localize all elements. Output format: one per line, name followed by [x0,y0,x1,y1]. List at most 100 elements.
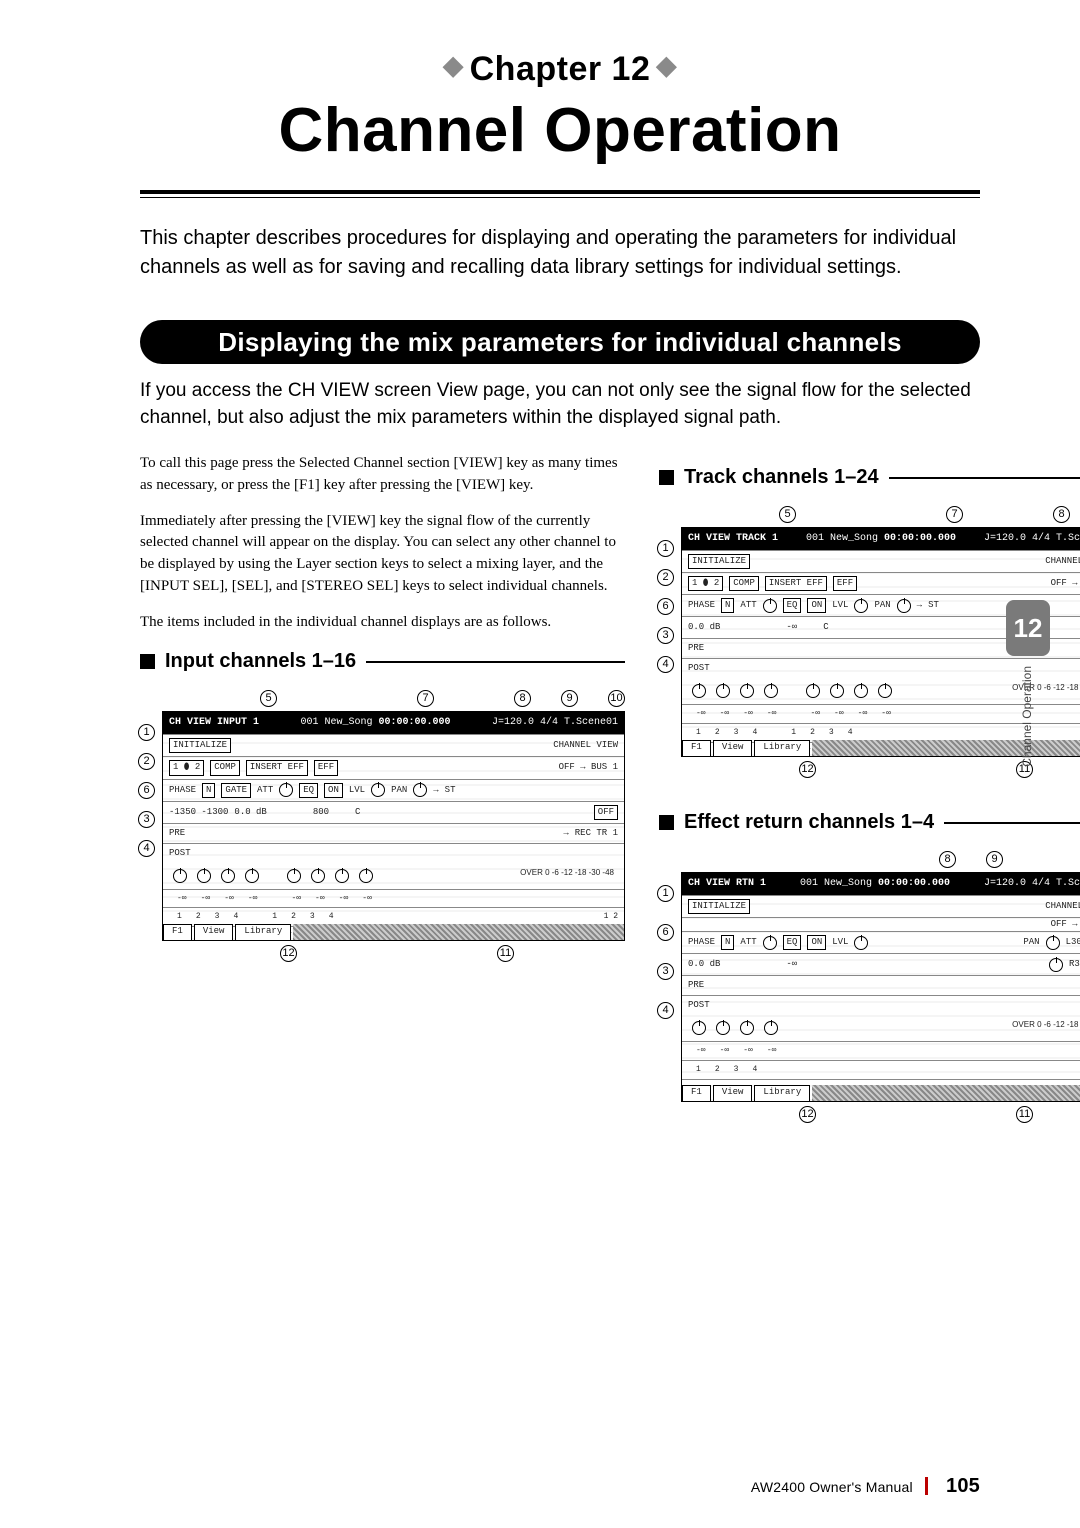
subhead-track-text: Track channels 1–24 [684,463,879,492]
knob-icon [878,684,892,698]
shot-tab-lib: Library [754,740,810,756]
shot-lvl: LVL [832,599,848,612]
shot-time: 00:00:00.000 [884,533,956,544]
knob-icon [311,869,325,883]
knob-icon [287,869,301,883]
callouts-top-2: 5 7 8 9 [779,506,1080,523]
knob-icon [854,599,868,613]
callout: 7 [946,506,963,523]
chapter-prefix: Chapter 12 [470,50,651,88]
callout: 8 [939,851,956,868]
shot-att: ATT [740,936,756,949]
section-heading-pill: Displaying the mix parameters for indivi… [140,320,980,364]
shot-rectr: REC TR 1 [575,827,618,840]
shot-eff: EFF [833,576,857,591]
chapter-title: Channel Operation [140,95,980,166]
shot-eff: EFF [314,760,338,775]
shot-l30: L30 [1066,936,1080,949]
side-tab-number: 12 [1006,600,1050,656]
screenshot-input: CH VIEW INPUT 1 001 New_Song 00:00:00.00… [162,711,625,941]
subhead-track-channels: Track channels 1–24 [659,463,1080,492]
chapter-heading: ◆Chapter 12◆ [140,50,980,89]
callout: 1 [138,724,155,741]
shot-post: POST [169,847,191,860]
shot-strip: 1 2 [604,911,618,923]
knob-icon [1046,936,1060,950]
footer: AW2400 Owner's Manual 105 [751,1475,980,1498]
shot-pre: PRE [688,979,704,992]
screenshot-rtn-wrap: 8 9 1 6 3 4 CH VIEW RTN 1 001 New_Song 0… [659,851,1080,1123]
subhead-input-text: Input channels 1–16 [165,647,356,676]
shot-eq: EQ [783,935,802,950]
callout: 4 [138,840,155,857]
shot-attval: 0.0 dB [688,958,720,971]
shot-on: ON [807,935,826,950]
screenshot-rtn: CH VIEW RTN 1 001 New_Song 00:00:00.000 … [681,872,1080,1102]
shot-tab-view: View [194,924,234,940]
shot-tempo: J=120.0 4/4 [984,533,1050,544]
knob-icon [371,783,385,797]
shot-att: ATT [740,599,756,612]
callouts-left-2: 1 2 6 3 4 [657,540,674,673]
diamond-right-icon: ◆ [650,50,683,80]
shot-tab-lib: Library [754,1085,810,1101]
callouts-top-1: 5 7 8 9 10 [260,690,625,707]
callout: 5 [260,690,277,707]
shot-bus1: BUS 1 [591,762,618,772]
shot-song: 001 New_Song [800,878,872,889]
callout: 11 [1016,1106,1033,1123]
knob-icon [692,1021,706,1035]
callout: 4 [657,1002,674,1019]
callout: 1 [657,540,674,557]
shot-pairval: -1350 -1300 [169,806,228,819]
shot-lvlval: -∞ [786,621,797,634]
shot-panc: C [823,621,828,634]
knob-icon [197,869,211,883]
knob-icon [763,599,777,613]
callout: 12 [280,945,297,962]
shot-title: CH VIEW [688,533,730,544]
callouts-left-1: 1 2 6 3 4 [138,724,155,857]
shot-off1: OFF [1051,919,1067,929]
shot-off1: OFF [1051,578,1067,588]
subhead-input-channels: Input channels 1–16 [140,647,625,676]
shot-time: 00:00:00.000 [878,878,950,889]
knob-icon [245,869,259,883]
shot-tempo: J=120.0 4/4 [492,717,558,728]
knob-icon [716,1021,730,1035]
shot-off2: OFF [594,805,618,820]
shot-pan: PAN [874,599,890,612]
callout: 8 [1053,506,1070,523]
callout: 9 [986,851,1003,868]
shot-gate: GATE [221,783,251,798]
shot-pan: PAN [391,784,407,797]
knob-icon [854,684,868,698]
knob-icon [854,936,868,950]
shot-song: 001 New_Song [300,717,372,728]
shot-eq: EQ [783,598,802,613]
shot-tab-view: View [713,740,753,756]
knob-icon [897,599,911,613]
shot-pre: PRE [169,827,185,840]
footer-divider-icon [925,1477,928,1495]
shot-attval: 0.0 dB [234,806,266,819]
shot-meter: OVER 0 -6 -12 -18 -30 -48 [1012,1021,1080,1035]
knob-icon [763,936,777,950]
shot-inserteff: INSERT EFF [246,760,308,775]
shot-post: POST [688,662,710,675]
knob-icon [1049,958,1063,972]
left-p1: To call this page press the Selected Cha… [140,453,625,497]
shot-st: ST [928,599,939,612]
shot-off1: OFF [559,762,575,772]
shot-init: INITIALIZE [688,554,750,569]
callout: 3 [138,811,155,828]
shot-scene: T.Scene01 [564,717,618,728]
shot-att: ATT [257,784,273,797]
shot-lvlval: -∞ [786,958,797,971]
knob-icon [764,1021,778,1035]
square-bullet-icon [659,815,674,830]
callout: 1 [657,885,674,902]
section-title: Displaying the mix parameters for indivi… [168,320,952,364]
shot-init: INITIALIZE [169,738,231,753]
shot-channel: TRACK 1 [736,533,778,544]
